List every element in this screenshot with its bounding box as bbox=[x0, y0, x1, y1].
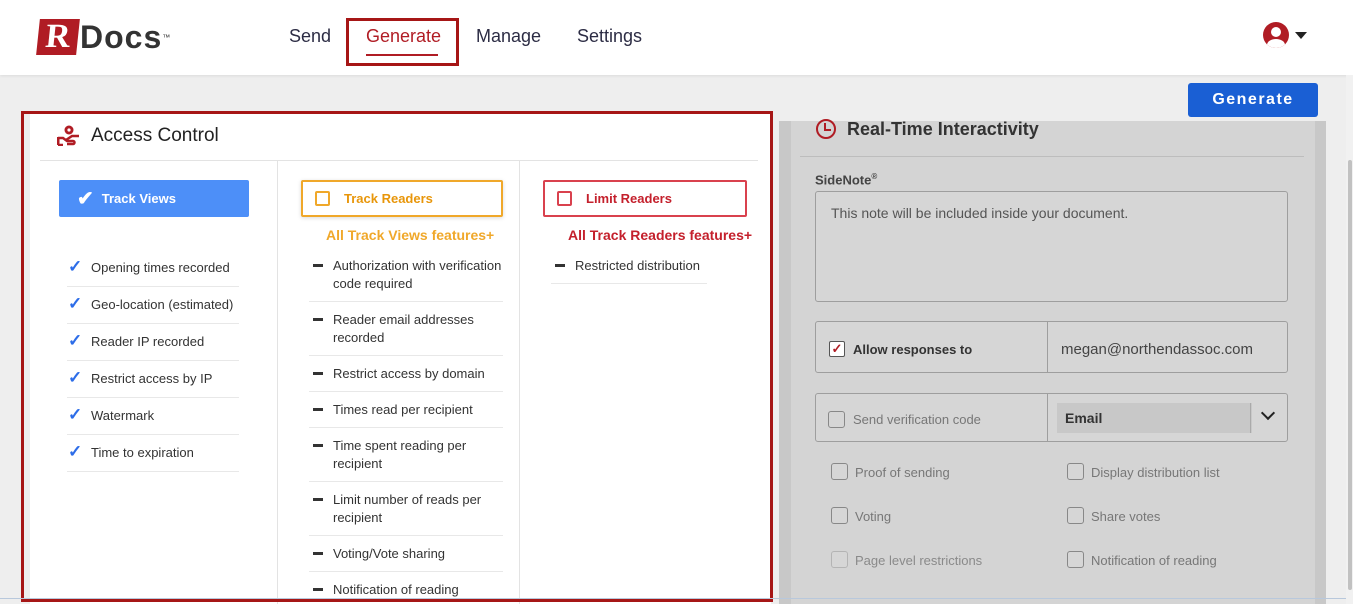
row-separator bbox=[1047, 322, 1048, 372]
proof-of-sending-checkbox[interactable] bbox=[831, 463, 848, 480]
check-icon: ✓ bbox=[68, 294, 83, 313]
display-distribution-list-label: Display distribution list bbox=[1091, 465, 1220, 480]
column-separator bbox=[277, 161, 278, 604]
clock-icon bbox=[816, 119, 836, 139]
user-menu[interactable] bbox=[1263, 22, 1307, 48]
list-item: ✓ Time to expiration bbox=[67, 435, 239, 472]
limit-readers-feature-list: Restricted distribution bbox=[551, 248, 707, 284]
access-control-icon bbox=[57, 125, 79, 146]
allow-responses-email-input[interactable]: megan@northendassoc.com bbox=[1061, 341, 1253, 358]
dash-icon bbox=[313, 318, 323, 321]
dash-icon bbox=[313, 552, 323, 555]
list-item: Restricted distribution bbox=[551, 248, 707, 284]
logo-text: Docs bbox=[80, 18, 163, 55]
voting-label: Voting bbox=[855, 509, 892, 524]
allow-responses-checkbox[interactable]: ✓ bbox=[829, 341, 845, 357]
list-item: Notification of reading bbox=[309, 572, 503, 604]
track-views-feature-list: ✓ Opening times recorded ✓ Geo-location (e… bbox=[67, 250, 239, 472]
notification-of-reading-checkbox[interactable] bbox=[1067, 551, 1084, 568]
send-verification-checkbox[interactable] bbox=[828, 411, 845, 428]
limit-readers-label: Limit Readers bbox=[586, 191, 672, 206]
checkbox-icon bbox=[315, 191, 330, 206]
allow-responses-label: Allow responses to bbox=[853, 342, 973, 357]
page-level-restrictions-checkbox[interactable] bbox=[831, 551, 848, 568]
list-item: Limit number of reads per recipient bbox=[309, 482, 503, 536]
user-avatar-icon bbox=[1263, 22, 1289, 48]
verification-method-select[interactable]: Email bbox=[1057, 403, 1252, 433]
list-item: ✓ Watermark bbox=[67, 398, 239, 435]
dash-icon bbox=[555, 264, 565, 267]
nav-manage[interactable]: Manage bbox=[476, 26, 541, 47]
select-separator bbox=[1250, 403, 1251, 433]
dash-icon bbox=[313, 444, 323, 447]
caret-down-icon bbox=[1295, 31, 1307, 39]
list-item: Time spent reading per recipient bbox=[309, 428, 503, 482]
limit-readers-includes: All Track Readers features+ bbox=[568, 227, 753, 243]
voting-checkbox[interactable] bbox=[831, 507, 848, 524]
nav-send[interactable]: Send bbox=[289, 26, 331, 47]
dash-icon bbox=[313, 264, 323, 267]
track-views-button[interactable]: ✔ Track Views bbox=[59, 180, 249, 217]
check-icon: ✓ bbox=[68, 331, 83, 350]
bottom-border bbox=[0, 598, 1353, 599]
check-icon: ✓ bbox=[68, 368, 83, 387]
access-control-divider bbox=[40, 160, 758, 161]
limit-readers-button[interactable]: Limit Readers bbox=[543, 180, 747, 217]
list-item: Authorization with verification code req… bbox=[309, 248, 503, 302]
check-icon: ✓ bbox=[68, 257, 83, 276]
checkbox-icon bbox=[557, 191, 572, 206]
track-readers-feature-list: Authorization with verification code req… bbox=[309, 248, 503, 604]
list-item: ✓ Restrict access by IP bbox=[67, 361, 239, 398]
check-icon: ✓ bbox=[68, 442, 83, 461]
generate-button[interactable]: Generate bbox=[1188, 83, 1318, 117]
notification-of-reading-label: Notification of reading bbox=[1091, 553, 1217, 568]
chevron-down-icon[interactable] bbox=[1260, 405, 1276, 421]
list-item: Reader email addresses recorded bbox=[309, 302, 503, 356]
generate-tab-highlight bbox=[346, 18, 459, 66]
rdocs-logo[interactable]: R Docs ™ bbox=[36, 17, 171, 57]
check-icon: ✔ bbox=[77, 187, 94, 210]
list-item: ✓ Reader IP recorded bbox=[67, 324, 239, 361]
track-readers-button[interactable]: Track Readers bbox=[301, 180, 503, 217]
check-icon: ✓ bbox=[68, 405, 83, 424]
send-verification-label: Send verification code bbox=[853, 412, 981, 427]
logo-r-mark: R bbox=[36, 18, 80, 55]
scrollbar-thumb[interactable] bbox=[1348, 160, 1352, 590]
column-separator bbox=[519, 161, 520, 604]
share-votes-label: Share votes bbox=[1091, 509, 1161, 524]
verification-row: Send verification code Email bbox=[815, 393, 1288, 442]
top-header: R Docs ™ Send Generate Manage Settings bbox=[0, 0, 1353, 75]
track-views-label: Track Views bbox=[101, 191, 176, 206]
share-votes-checkbox[interactable] bbox=[1067, 507, 1084, 524]
access-control-title: Access Control bbox=[91, 125, 219, 146]
dash-icon bbox=[313, 588, 323, 591]
dash-icon bbox=[313, 372, 323, 375]
realtime-divider bbox=[800, 156, 1304, 157]
allow-responses-row: ✓ Allow responses to megan@northendassoc… bbox=[815, 321, 1288, 373]
display-distribution-list-checkbox[interactable] bbox=[1067, 463, 1084, 480]
list-item: Restrict access by domain bbox=[309, 356, 503, 392]
page-level-restrictions-label: Page level restrictions bbox=[855, 553, 983, 568]
row-separator bbox=[1047, 394, 1048, 441]
list-item: Times read per recipient bbox=[309, 392, 503, 428]
logo-trademark: ™ bbox=[162, 32, 171, 42]
sidenote-label: SideNote® bbox=[815, 172, 878, 188]
list-item: ✓ Geo-location (estimated) bbox=[67, 287, 239, 324]
sidenote-textarea[interactable]: This note will be included inside your d… bbox=[815, 191, 1288, 302]
realtime-title: Real-Time Interactivity bbox=[847, 119, 1039, 139]
list-item: Voting/Vote sharing bbox=[309, 536, 503, 572]
track-readers-includes: All Track Views features+ bbox=[326, 227, 495, 243]
nav-settings[interactable]: Settings bbox=[577, 26, 642, 47]
proof-of-sending-label: Proof of sending bbox=[855, 465, 950, 480]
dash-icon bbox=[313, 498, 323, 501]
list-item: ✓ Opening times recorded bbox=[67, 250, 239, 287]
track-readers-label: Track Readers bbox=[344, 191, 433, 206]
dash-icon bbox=[313, 408, 323, 411]
